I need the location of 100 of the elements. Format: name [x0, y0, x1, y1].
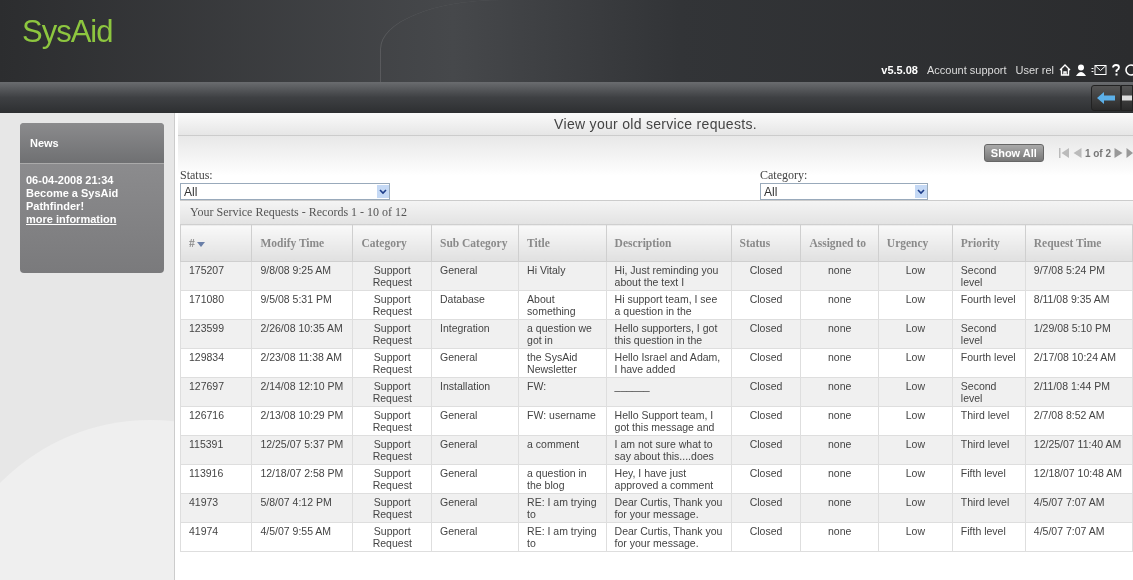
- table-cell: Support Request: [353, 290, 432, 320]
- table-cell: Installation: [431, 377, 519, 407]
- sysaid-logo: SysAid: [22, 14, 113, 50]
- table-cell: Closed: [731, 406, 801, 436]
- table-cell: Closed: [731, 493, 801, 523]
- table-cell: none: [800, 261, 879, 291]
- table-cell: Closed: [731, 435, 801, 465]
- table-cell: Hey, I have just approved a comment: [606, 464, 731, 494]
- table-cell: About something: [518, 290, 607, 320]
- table-cell: none: [800, 406, 879, 436]
- table-cell: Support Request: [353, 377, 432, 407]
- page-title: View your old service requests.: [178, 113, 1133, 136]
- table-cell: Third level: [952, 406, 1026, 436]
- table-cell: General: [431, 464, 519, 494]
- filter-dropdown[interactable]: All: [180, 183, 390, 200]
- back-button[interactable]: [1091, 85, 1121, 111]
- table-cell: General: [431, 406, 519, 436]
- news-headline: Become a SysAid Pathfinder!: [26, 187, 120, 213]
- table-cell: 126716: [180, 406, 252, 436]
- table-cell: 41974: [180, 522, 252, 552]
- table-cell: General: [431, 435, 519, 465]
- column-header[interactable]: Request Time: [1025, 224, 1133, 262]
- table-cell: Dear Curtis, Thank you for your message.: [606, 493, 731, 523]
- table-cell: 2/26/08 10:35 AM: [251, 319, 353, 349]
- table-cell: 5/8/07 4:12 PM: [251, 493, 353, 523]
- table-cell: Hello Support team, I got this message and: [606, 406, 731, 436]
- table-cell: Closed: [731, 261, 801, 291]
- table-cell: Low: [878, 464, 953, 494]
- table-cell: none: [800, 435, 879, 465]
- column-header[interactable]: #: [180, 224, 252, 262]
- filter-dropdown[interactable]: All: [760, 183, 928, 200]
- table-cell: 2/23/08 11:38 AM: [251, 348, 353, 378]
- table-cell: Low: [878, 348, 953, 378]
- column-header[interactable]: Urgency: [878, 224, 953, 262]
- table-cell: Hello supporters, I got this question in the: [606, 319, 731, 349]
- table-cell: none: [800, 464, 879, 494]
- table-cell: Hi, Just reminding you about the text I: [606, 261, 731, 291]
- table-cell: Support Request: [353, 493, 432, 523]
- column-header[interactable]: Modify Time: [251, 224, 353, 262]
- table-cell: Dear Curtis, Thank you for your message.: [606, 522, 731, 552]
- table-cell: General: [431, 493, 519, 523]
- arrow-left-icon: [1096, 91, 1116, 105]
- table-cell: Closed: [731, 377, 801, 407]
- table-cell: Second level: [952, 377, 1026, 407]
- news-date: 06-04-2008 21:34: [26, 174, 115, 187]
- table-cell: Hello Israel and Adam, I have added: [606, 348, 731, 378]
- table-cell: 12/18/07 2:58 PM: [251, 464, 353, 494]
- table-cell: Hi Vitaly: [518, 261, 607, 291]
- column-header[interactable]: Assigned to: [800, 224, 879, 262]
- table-cell: RE: I am trying to: [518, 493, 607, 523]
- more-information-link[interactable]: more information: [26, 213, 117, 225]
- table-cell: Fifth level: [952, 522, 1026, 552]
- column-header[interactable]: Status: [731, 224, 801, 262]
- home-icon[interactable]: [1059, 64, 1071, 76]
- column-header[interactable]: Category: [353, 224, 432, 262]
- filter-label: Category:: [760, 168, 809, 183]
- table-cell: none: [800, 377, 879, 407]
- table-cell: 2/14/08 12:10 PM: [251, 377, 353, 407]
- table-cell: Low: [878, 319, 953, 349]
- table-cell: Second level: [952, 261, 1026, 291]
- show-all-button[interactable]: Show All: [983, 144, 1044, 162]
- next-page-icon[interactable]: [1114, 148, 1123, 158]
- account-label: Account support: [927, 64, 1007, 76]
- column-header[interactable]: Priority: [952, 224, 1026, 262]
- table-cell: 2/7/08 8:52 AM: [1025, 406, 1133, 436]
- table-cell: 12/25/07 5:37 PM: [251, 435, 353, 465]
- mail-icon[interactable]: [1091, 64, 1107, 76]
- forward-button[interactable]: [1121, 85, 1133, 111]
- table-cell: Low: [878, 435, 953, 465]
- table-cell: 113916: [180, 464, 252, 494]
- table-cell: Low: [878, 377, 953, 407]
- table-cell: none: [800, 290, 879, 320]
- table-cell: 8/11/08 9:35 AM: [1025, 290, 1133, 320]
- table-cell: Hi support team, I see a question in the: [606, 290, 731, 320]
- table-cell: Second level: [952, 319, 1026, 349]
- table-cell: 129834: [180, 348, 252, 378]
- column-header[interactable]: Sub Category: [431, 224, 519, 262]
- table-cell: 2/11/08 1:44 PM: [1025, 377, 1133, 407]
- table-cell: 4/5/07 7:07 AM: [1025, 493, 1133, 523]
- last-page-icon[interactable]: [1126, 148, 1133, 158]
- table-cell: I am not sure what to say about this....does: [606, 435, 731, 465]
- column-header[interactable]: Description: [606, 224, 731, 262]
- table-cell: Low: [878, 493, 953, 523]
- table-cell: 9/8/08 9:25 AM: [251, 261, 353, 291]
- chevron-down-icon: [915, 185, 927, 198]
- table-cell: 2/17/08 10:24 AM: [1025, 348, 1133, 378]
- table-cell: 12/25/07 11:40 AM: [1025, 435, 1133, 465]
- user-label: User rel: [1015, 64, 1054, 76]
- table-cell: Support Request: [353, 435, 432, 465]
- table-cell: a question in the blog: [518, 464, 607, 494]
- table-cell: none: [800, 319, 879, 349]
- table-cell: Support Request: [353, 464, 432, 494]
- table-cell: Support Request: [353, 348, 432, 378]
- help-icon[interactable]: [1112, 64, 1120, 76]
- power-icon[interactable]: [1125, 64, 1133, 76]
- column-header[interactable]: Title: [518, 224, 607, 262]
- table-cell: 1/29/08 5:10 PM: [1025, 319, 1133, 349]
- table-cell: 4/5/07 7:07 AM: [1025, 522, 1133, 552]
- table-cell: Low: [878, 522, 953, 552]
- user-icon[interactable]: [1076, 64, 1086, 76]
